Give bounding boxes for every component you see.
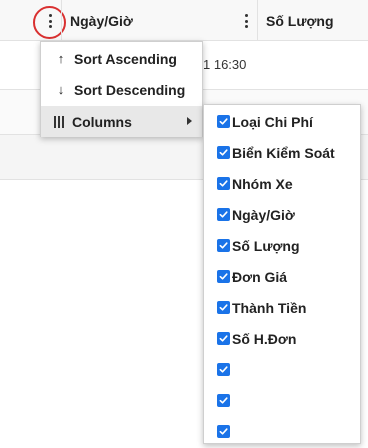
column-toggle-item[interactable]: Số H.Đơn: [204, 323, 360, 354]
column-toggle-item[interactable]: Nhóm Xe: [204, 168, 360, 199]
cell-time: 1 16:30: [203, 57, 247, 72]
caret-right-icon: [187, 117, 192, 125]
ngay-gio-menu-icon[interactable]: [239, 12, 253, 30]
column-toggle-item[interactable]: Biển Kiểm Soát: [204, 137, 360, 168]
header-so-luong[interactable]: Số Lượng: [266, 0, 368, 41]
column-toggle-item[interactable]: Ngày/Giờ: [204, 199, 360, 230]
header-ngay-gio[interactable]: Ngày/Giờ: [70, 0, 246, 41]
checkbox-checked-icon[interactable]: [217, 301, 230, 314]
column-toggle-label: Thành Tiền: [232, 299, 307, 316]
column-toggle-item[interactable]: Thành Tiền: [204, 292, 360, 323]
sort-ascending-label: Sort Ascending: [74, 50, 177, 67]
columns-submenu: Loại Chi Phí Biển Kiểm Soát Nhóm Xe Ngày/Gi…: [203, 104, 361, 444]
column-toggle-item[interactable]: [204, 385, 360, 416]
sort-descending-item[interactable]: ↓ Sort Descending: [41, 74, 202, 105]
sort-ascending-item[interactable]: ↑ Sort Ascending: [41, 43, 202, 74]
checkbox-checked-icon[interactable]: [217, 394, 230, 407]
column-toggle-label: Biển Kiểm Soát: [232, 144, 335, 161]
arrow-up-icon: ↑: [57, 51, 65, 66]
checkbox-checked-icon[interactable]: [217, 208, 230, 221]
checkbox-checked-icon[interactable]: [217, 425, 230, 438]
column-toggle-label: Nhóm Xe: [232, 175, 293, 192]
column-toggle-item[interactable]: [204, 354, 360, 385]
column-toggle-label: Loại Chi Phí: [232, 113, 313, 130]
column-toggle-label: Số H.Đơn: [232, 330, 297, 347]
columns-label: Columns: [72, 113, 132, 130]
checkbox-checked-icon[interactable]: [217, 177, 230, 190]
column-toggle-label: Số Lượng: [232, 237, 300, 254]
checkbox-checked-icon[interactable]: [217, 239, 230, 252]
column-toggle-item[interactable]: Đơn Giá: [204, 261, 360, 292]
checkbox-checked-icon[interactable]: [217, 115, 230, 128]
column-toggle-label: Ngày/Giờ: [232, 206, 295, 223]
column-toggle-label: Đơn Giá: [232, 268, 288, 285]
column-toggle-item[interactable]: Loại Chi Phí: [204, 106, 360, 137]
sort-descending-label: Sort Descending: [74, 81, 186, 98]
arrow-down-icon: ↓: [57, 82, 65, 97]
columns-item[interactable]: Columns: [41, 106, 202, 137]
column-toggle-item[interactable]: [204, 416, 360, 447]
checkbox-checked-icon[interactable]: [217, 146, 230, 159]
checkbox-checked-icon[interactable]: [217, 363, 230, 376]
column-divider: [61, 0, 62, 41]
column-menu: ↑ Sort Ascending ↓ Sort Descending Colum…: [40, 41, 203, 137]
columns-icon: [54, 115, 66, 128]
column-toggle-item[interactable]: Số Lượng: [204, 230, 360, 261]
checkbox-checked-icon[interactable]: [217, 332, 230, 345]
checkbox-checked-icon[interactable]: [217, 270, 230, 283]
grid-header-row: Ngày/Giờ Số Lượng: [0, 0, 368, 41]
